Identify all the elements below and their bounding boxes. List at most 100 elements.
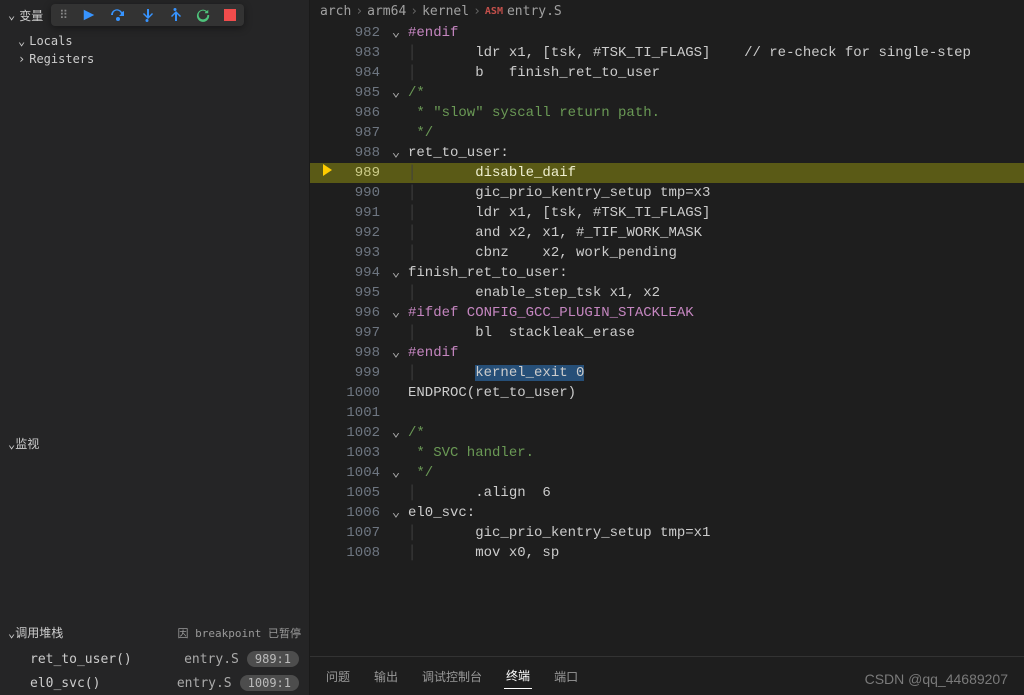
breadcrumb-segment[interactable]: arch	[320, 4, 351, 19]
fold-toggle[interactable]: ⌄	[388, 343, 404, 363]
code-line[interactable]: 993│ cbnz x2, work_pending	[310, 243, 1024, 263]
chevron-down-icon: ⌄	[18, 34, 25, 48]
code-line[interactable]: 999│ kernel_exit 0	[310, 363, 1024, 383]
code-line[interactable]: 984 │ b finish_ret_to_user	[310, 63, 1024, 83]
stop-icon[interactable]	[224, 9, 236, 21]
code-line[interactable]: 995│ enable_step_tsk x1, x2	[310, 283, 1024, 303]
tab-terminal[interactable]: 终端	[504, 663, 532, 689]
code-line[interactable]: 992 │ and x2, x1, #_TIF_WORK_MASK	[310, 223, 1024, 243]
code-line[interactable]: 1006⌄el0_svc:	[310, 503, 1024, 523]
code-line[interactable]: 996⌄#ifdef CONFIG_GCC_PLUGIN_STACKLEAK	[310, 303, 1024, 323]
code-line[interactable]: 1008│ mov x0, sp	[310, 543, 1024, 563]
step-over-icon[interactable]	[110, 8, 126, 22]
code-line[interactable]: 985⌄/*	[310, 83, 1024, 103]
drag-handle-icon[interactable]: ⠿	[59, 8, 68, 22]
code-text: │ .align 6	[404, 483, 1024, 503]
step-into-icon[interactable]	[140, 8, 154, 22]
code-line[interactable]: 1007│ gic_prio_kentry_setup tmp=x1	[310, 523, 1024, 543]
frame-function: el0_svc()	[30, 676, 100, 691]
code-text: #endif	[404, 23, 1024, 43]
code-text: │ gic_prio_kentry_setup tmp=x3	[404, 183, 1024, 203]
code-text: │ enable_step_tsk x1, x2	[404, 283, 1024, 303]
locals-row[interactable]: ⌄ Locals	[18, 32, 309, 50]
registers-row[interactable]: › Registers	[18, 50, 309, 68]
watch-panel-header[interactable]: ⌄ 监视	[0, 429, 309, 458]
breadcrumb-file[interactable]: entry.S	[507, 4, 562, 19]
watch-label: 监视	[15, 435, 39, 452]
fold-toggle[interactable]: ⌄	[388, 263, 404, 283]
line-number: 982	[340, 23, 388, 43]
gutter[interactable]	[310, 163, 340, 183]
line-number: 985	[340, 83, 388, 103]
code-line[interactable]: 987 */	[310, 123, 1024, 143]
tab-problems[interactable]: 问题	[324, 664, 352, 689]
tab-ports[interactable]: 端口	[552, 664, 580, 689]
line-number: 1001	[340, 403, 388, 423]
fold-toggle[interactable]: ⌄	[388, 303, 404, 323]
code-text: │ and x2, x1, #_TIF_WORK_MASK	[404, 223, 1024, 243]
callstack-panel-header[interactable]: ⌄ 调用堆栈 因 breakpoint 已暂停	[0, 618, 309, 647]
fold-toggle[interactable]: ⌄	[388, 143, 404, 163]
frame-function: ret_to_user()	[30, 652, 132, 667]
code-line[interactable]: 991│ ldr x1, [tsk, #TSK_TI_FLAGS]	[310, 203, 1024, 223]
fold-toggle[interactable]: ⌄	[388, 423, 404, 443]
line-number: 992	[340, 223, 388, 243]
step-out-icon[interactable]	[168, 8, 182, 22]
code-line[interactable]: 1002⌄/*	[310, 423, 1024, 443]
code-line[interactable]: 983│ ldr x1, [tsk, #TSK_TI_FLAGS] // re-…	[310, 43, 1024, 63]
frame-file: entry.S	[184, 652, 239, 667]
restart-icon[interactable]	[196, 8, 210, 22]
code-line[interactable]: 982⌄#endif	[310, 23, 1024, 43]
code-line[interactable]: 1001	[310, 403, 1024, 423]
line-number: 997	[340, 323, 388, 343]
code-text: el0_svc:	[404, 503, 1024, 523]
variables-panel-header[interactable]: ⌄ 变量 ⠿	[0, 0, 309, 30]
code-line[interactable]: 988⌄ret_to_user:	[310, 143, 1024, 163]
breadcrumb[interactable]: arch › arm64 › kernel › ASM entry.S	[310, 0, 1024, 23]
code-line[interactable]: 1000ENDPROC(ret_to_user)	[310, 383, 1024, 403]
chevron-right-icon: ›	[473, 4, 481, 19]
code-line[interactable]: 986 * "slow" syscall return path.	[310, 103, 1024, 123]
code-text: │ ldr x1, [tsk, #TSK_TI_FLAGS]	[404, 203, 1024, 223]
variables-label: 变量	[19, 7, 43, 24]
continue-icon[interactable]	[82, 8, 96, 22]
fold-toggle[interactable]: ⌄	[388, 503, 404, 523]
line-number: 984	[340, 63, 388, 83]
frame-position: 1009:1	[240, 675, 299, 691]
code-line[interactable]: 990│ gic_prio_kentry_setup tmp=x3	[310, 183, 1024, 203]
code-text: │ b finish_ret_to_user	[404, 63, 1024, 83]
line-number: 994	[340, 263, 388, 283]
code-text: ENDPROC(ret_to_user)	[404, 383, 1024, 403]
tab-output[interactable]: 输出	[372, 664, 400, 689]
line-number: 1006	[340, 503, 388, 523]
line-number: 988	[340, 143, 388, 163]
callstack-frame[interactable]: ret_to_user() entry.S 989:1	[0, 647, 309, 671]
watermark: CSDN @qq_44689207	[865, 671, 1008, 687]
code-line[interactable]: 1005│ .align 6	[310, 483, 1024, 503]
code-line[interactable]: 997│ bl stackleak_erase	[310, 323, 1024, 343]
chevron-right-icon: ›	[18, 52, 25, 66]
code-line[interactable]: 1003 * SVC handler.	[310, 443, 1024, 463]
code-editor[interactable]: 982⌄#endif983│ ldr x1, [tsk, #TSK_TI_FLA…	[310, 23, 1024, 656]
code-line[interactable]: 994⌄finish_ret_to_user:	[310, 263, 1024, 283]
code-line[interactable]: 989│ disable_daif	[310, 163, 1024, 183]
breadcrumb-segment[interactable]: arm64	[367, 4, 406, 19]
line-number: 996	[340, 303, 388, 323]
breadcrumb-segment[interactable]: kernel	[422, 4, 469, 19]
fold-toggle[interactable]: ⌄	[388, 23, 404, 43]
locals-label: Locals	[29, 34, 72, 48]
fold-toggle[interactable]: ⌄	[388, 83, 404, 103]
code-line[interactable]: 1004⌄ */	[310, 463, 1024, 483]
variables-panel-body: ⌄ Locals › Registers	[0, 30, 309, 74]
callstack-frame[interactable]: el0_svc() entry.S 1009:1	[0, 671, 309, 695]
frame-file: entry.S	[177, 676, 232, 691]
code-text: /*	[404, 423, 1024, 443]
tab-debug-console[interactable]: 调试控制台	[420, 664, 484, 689]
line-number: 989	[340, 163, 388, 183]
chevron-down-icon: ⌄	[8, 437, 15, 451]
callstack-status: 因 breakpoint 已暂停	[178, 625, 301, 641]
code-line[interactable]: 998⌄#endif	[310, 343, 1024, 363]
fold-toggle[interactable]: ⌄	[388, 463, 404, 483]
code-text: │ mov x0, sp	[404, 543, 1024, 563]
code-text: │ ldr x1, [tsk, #TSK_TI_FLAGS] // re-che…	[404, 43, 1024, 63]
